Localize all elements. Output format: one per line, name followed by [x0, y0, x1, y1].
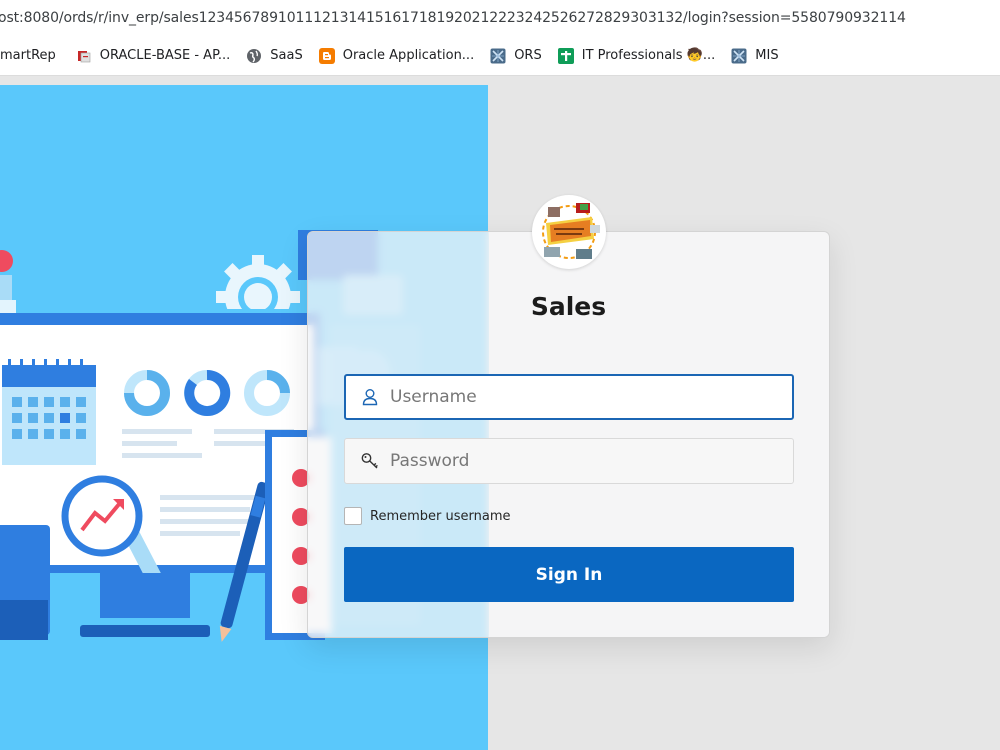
plus-icon [557, 47, 574, 64]
remember-checkbox[interactable] [344, 507, 362, 525]
url-text[interactable]: ost:8080/ords/r/inv_erp/sales12345678910… [0, 10, 906, 26]
bookmark-it-professionals[interactable]: IT Professionals 🧒... [550, 42, 724, 70]
balloon-shape [0, 250, 13, 272]
bookmark-oracle-application[interactable]: Oracle Application... [311, 42, 482, 70]
bookmark-label: IT Professionals 🧒... [581, 48, 716, 63]
bookmark-mis[interactable]: MIS [723, 42, 786, 70]
app-grid-icon [731, 48, 747, 63]
calendar-icon [2, 359, 96, 465]
remember-username[interactable]: Remember username [344, 507, 511, 525]
username-field[interactable] [344, 374, 794, 420]
oracle-base-icon [77, 50, 91, 62]
logo-image [534, 197, 604, 267]
bookmark-label: Oracle Application... [342, 48, 475, 63]
bookmark-smartrep[interactable]: martRep [0, 42, 64, 70]
user-icon [362, 389, 378, 406]
key-icon [361, 453, 378, 469]
bookmark-saas[interactable]: SaaS [238, 42, 310, 70]
bookmarks-bar: martRep ORACLE-BASE - AP... SaaS Oracle … [0, 36, 1000, 76]
login-card: Sales Remember username Sign In [307, 195, 830, 638]
username-input[interactable] [390, 376, 792, 418]
app-logo [532, 195, 606, 269]
sign-in-button[interactable]: Sign In [344, 547, 794, 602]
password-input[interactable] [390, 439, 793, 483]
bookmark-label: ORS [514, 48, 542, 63]
globe-icon [247, 48, 262, 63]
bookmark-label: MIS [755, 48, 779, 63]
password-field[interactable] [344, 438, 794, 484]
remember-label: Remember username [370, 508, 511, 524]
bookmark-label: martRep [0, 48, 56, 63]
bookmark-label: ORACLE-BASE - AP... [99, 48, 231, 63]
bookmark-oracle-base[interactable]: ORACLE-BASE - AP... [68, 42, 239, 70]
blogger-icon [318, 47, 335, 64]
bookmark-label: SaaS [270, 48, 303, 63]
address-bar[interactable]: ost:8080/ords/r/inv_erp/sales12345678910… [0, 0, 1000, 36]
page-title: Sales [530, 292, 607, 321]
bookmark-ors[interactable]: ORS [482, 42, 550, 70]
app-grid-icon [490, 48, 506, 63]
